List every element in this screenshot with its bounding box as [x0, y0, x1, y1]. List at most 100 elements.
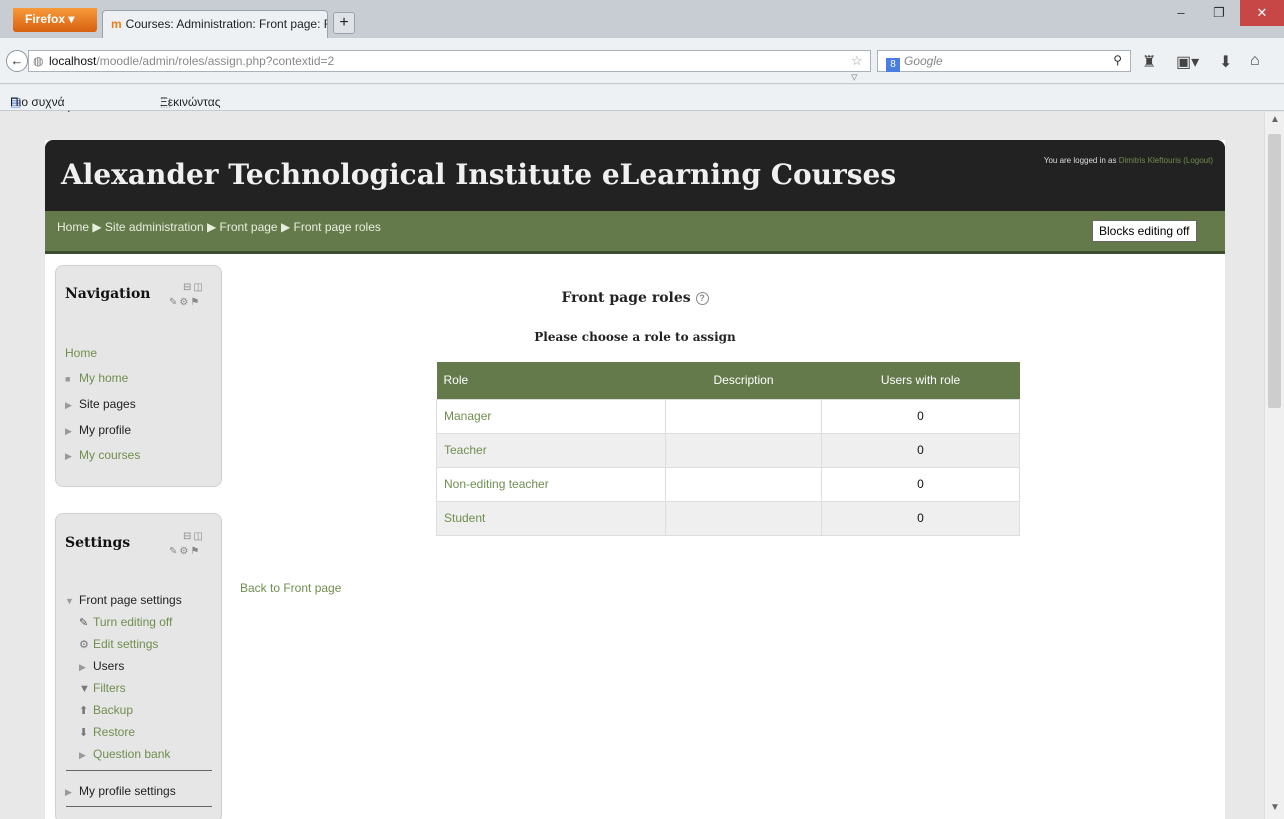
- column-header-users: Users with role: [821, 362, 1020, 399]
- bookmarks-toolbar: ▤ Πιο συχνά αναγνωσμέ... ⬚ Ξεκινώντας: [0, 85, 1284, 123]
- divider: [66, 806, 212, 807]
- scroll-down-icon[interactable]: ▼: [1270, 802, 1280, 813]
- settings-question-bank[interactable]: ▶ Question bank: [79, 747, 170, 761]
- role-link-non-editing-teacher[interactable]: Non-editing teacher: [436, 466, 666, 502]
- gear-icon: ⚙: [79, 639, 89, 651]
- settings-block: Settings ⊟◫ ✎⚙⚑ ▼ Front page settings ✎ Tu…: [55, 513, 222, 819]
- settings-users[interactable]: ▶ Users: [79, 659, 124, 673]
- browser-titlebar: Firefox ▾ m Courses: Administration: Fron…: [0, 0, 1284, 38]
- download-icon[interactable]: ⬇: [1219, 52, 1232, 72]
- logout-link[interactable]: (Logout): [1183, 156, 1213, 165]
- bookmarks-menu-icon[interactable]: ▣▾: [1176, 52, 1199, 72]
- nav-site-pages[interactable]: ▶ Site pages: [65, 397, 136, 411]
- column-header-role: Role: [436, 362, 666, 399]
- settings-filters[interactable]: ▼ Filters: [79, 681, 126, 695]
- url-path: /moodle/admin/roles/assign.php?contextid…: [96, 54, 335, 68]
- table-row: Student 0: [436, 500, 1020, 536]
- page-subtitle: Please choose a role to assign: [534, 330, 736, 344]
- role-link-teacher[interactable]: Teacher: [436, 432, 666, 468]
- role-link-manager[interactable]: Manager: [436, 398, 666, 434]
- nav-home-link[interactable]: Home: [65, 346, 97, 360]
- settings-my-profile[interactable]: ▶ My profile settings: [65, 784, 176, 798]
- expand-arrow-icon: ▶: [65, 400, 72, 410]
- expand-arrow-icon: ▶: [65, 426, 72, 436]
- search-placeholder: Google: [904, 54, 943, 68]
- scroll-up-icon[interactable]: ▲: [1270, 114, 1280, 125]
- address-bar[interactable]: ◍ localhost/moodle/admin/roles/assign.ph…: [28, 50, 892, 84]
- table-row: Manager 0: [436, 398, 1020, 434]
- browser-tab[interactable]: mCourses: Administration: Front page: Fr…: [102, 10, 328, 38]
- settings-item-label: Restore: [93, 725, 136, 739]
- settings-restore[interactable]: ⬇ Restore: [79, 725, 135, 739]
- google-icon[interactable]: 8: [886, 58, 900, 72]
- back-to-front-page-link[interactable]: Back to Front page: [240, 581, 341, 595]
- search-icon[interactable]: ⚲: [1113, 53, 1122, 67]
- breadcrumb-front-page[interactable]: Front page: [220, 220, 278, 234]
- user-profile-link[interactable]: Dimitris Kleftouris: [1119, 156, 1181, 165]
- tab-title: Courses: Administration: Front page: Fro…: [125, 17, 327, 31]
- block-collapse-icon[interactable]: ⊟◫: [183, 531, 205, 542]
- breadcrumb-home[interactable]: Home: [57, 220, 89, 234]
- role-user-count: 0: [821, 398, 1020, 434]
- minimize-icon[interactable]: –: [1162, 0, 1200, 26]
- close-icon[interactable]: ✕: [1240, 0, 1284, 26]
- bookmark-star-icon[interactable]: ☆ ▿: [851, 53, 870, 85]
- settings-turn-editing-off[interactable]: ✎ Turn editing off: [79, 615, 172, 629]
- moodle-favicon-icon: m: [111, 17, 122, 31]
- home-icon[interactable]: ⌂: [1250, 52, 1260, 70]
- vertical-scrollbar[interactable]: ▲ ▼: [1264, 112, 1284, 819]
- settings-front-page[interactable]: ▼ Front page settings: [65, 593, 182, 607]
- settings-item-label: Backup: [93, 703, 134, 717]
- settings-item-label: Question bank: [93, 747, 171, 761]
- table-row: Teacher 0: [436, 432, 1020, 468]
- breadcrumb-separator-icon: ▶: [280, 220, 294, 234]
- search-input[interactable]: 8 Google ⚲: [877, 50, 1131, 72]
- site-title: Alexander Technological Institute eLearn…: [61, 158, 897, 191]
- settings-item-label: Users: [93, 659, 125, 673]
- nav-item-label: My profile: [79, 423, 132, 437]
- settings-item-label: Edit settings: [93, 637, 159, 651]
- nav-my-profile[interactable]: ▶ My profile: [65, 423, 131, 437]
- bookmark-label: Ξεκινώντας: [160, 95, 221, 109]
- settings-block-title: Settings: [65, 535, 131, 551]
- breadcrumb-bar: Home ▶ Site administration ▶ Front page …: [45, 211, 1225, 254]
- settings-edit-settings[interactable]: ⚙ Edit settings: [79, 637, 158, 651]
- breadcrumb-separator-icon: ▶: [92, 220, 105, 234]
- firefox-menu-button[interactable]: Firefox ▾: [13, 8, 97, 32]
- expand-arrow-icon: ▶: [65, 787, 72, 797]
- globe-icon: ◍: [33, 54, 44, 68]
- scrollbar-thumb[interactable]: [1268, 134, 1281, 408]
- blocks-editing-button[interactable]: Blocks editing off: [1092, 220, 1197, 242]
- browser-toolbar: ← ◍ localhost/moodle/admin/roles/assign.…: [0, 38, 1284, 84]
- page-viewport: Alexander Technological Institute eLearn…: [0, 112, 1264, 819]
- addon-icon[interactable]: ♜: [1142, 52, 1156, 72]
- expand-arrow-icon: ▶: [65, 451, 72, 461]
- role-description: [665, 398, 822, 434]
- nav-my-home[interactable]: ■ My home: [65, 371, 128, 385]
- nav-item-label: My courses: [79, 448, 141, 462]
- settings-item-label: Filters: [93, 681, 126, 695]
- settings-backup[interactable]: ⬆ Backup: [79, 703, 133, 717]
- nav-my-courses[interactable]: ▶ My courses: [65, 448, 140, 462]
- page-title-text: Front page roles: [561, 290, 691, 306]
- new-tab-button[interactable]: +: [333, 12, 355, 34]
- settings-section-label: Front page settings: [79, 593, 182, 607]
- block-actions-icon[interactable]: ✎⚙⚑: [169, 546, 201, 557]
- role-user-count: 0: [821, 432, 1020, 468]
- table-header-row: Role Description Users with role: [436, 362, 1020, 399]
- page-title: Front page roles ?: [45, 290, 1225, 306]
- page-header: Alexander Technological Institute eLearn…: [45, 140, 1225, 211]
- breadcrumb-site-admin[interactable]: Site administration: [105, 220, 204, 234]
- nav-item-label: Site pages: [79, 397, 136, 411]
- backup-icon: ⬆: [79, 705, 89, 717]
- breadcrumb: Home ▶ Site administration ▶ Front page …: [57, 220, 381, 234]
- help-icon[interactable]: ?: [695, 292, 709, 305]
- back-arrow-icon[interactable]: ←: [6, 50, 28, 72]
- role-user-count: 0: [821, 500, 1020, 536]
- collapse-arrow-icon: ▼: [65, 596, 74, 606]
- role-description: [665, 432, 822, 468]
- maximize-icon[interactable]: ❐: [1200, 0, 1238, 26]
- settings-item-label: Turn editing off: [93, 615, 173, 629]
- role-link-student[interactable]: Student: [436, 500, 666, 536]
- breadcrumb-current: Front page roles: [293, 220, 381, 234]
